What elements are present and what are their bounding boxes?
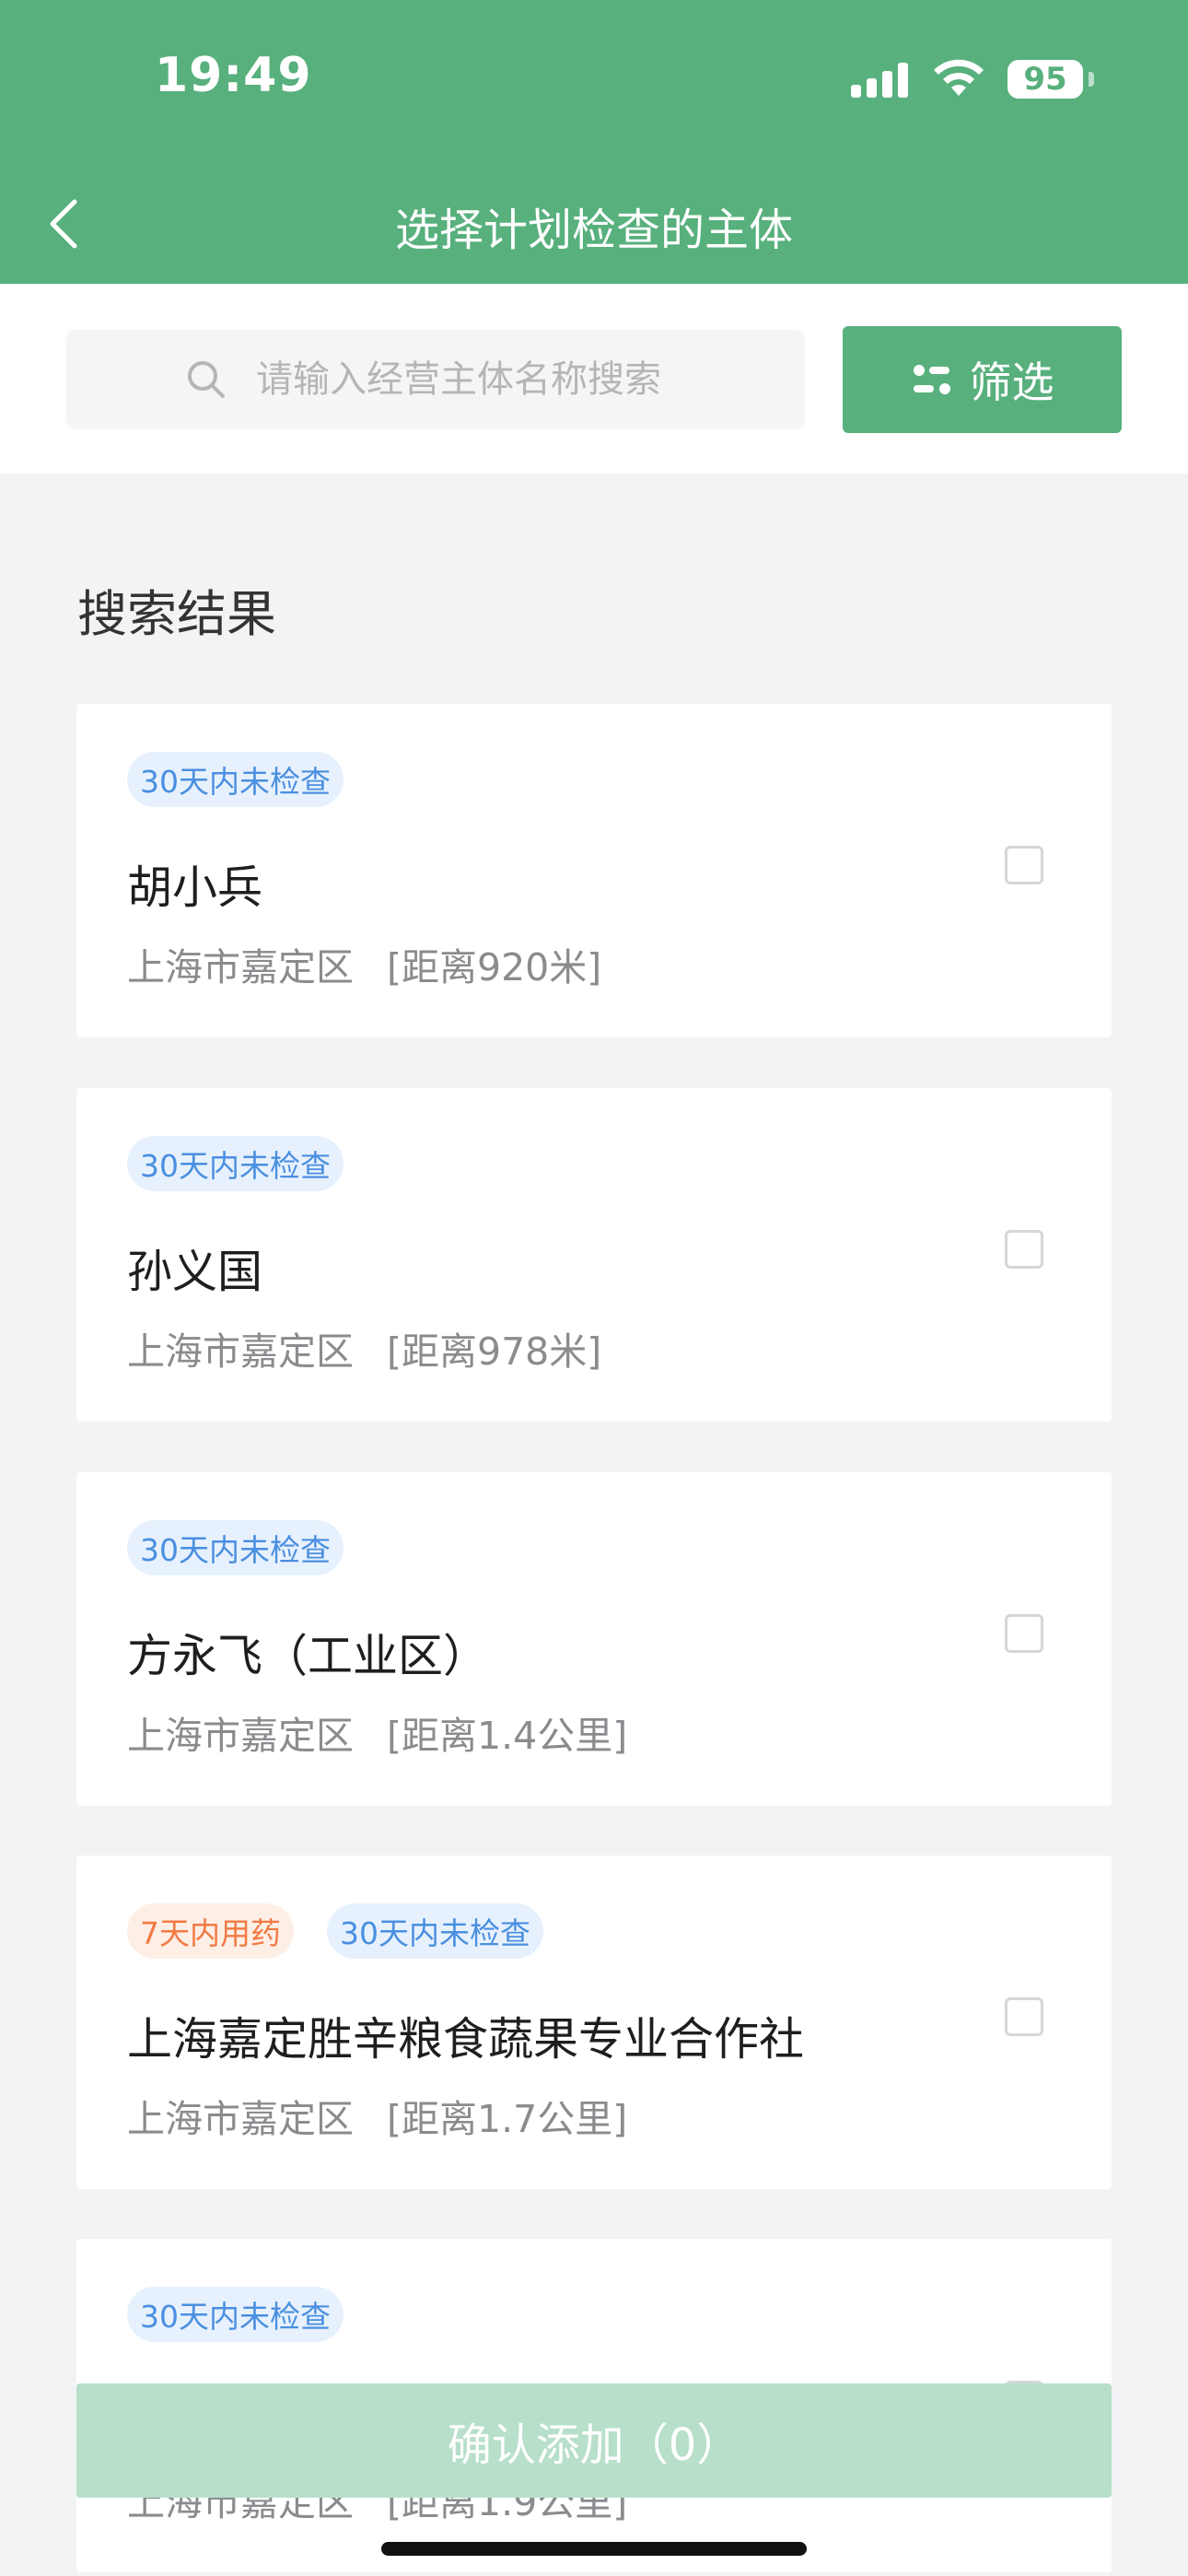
entity-name: 方永飞（工业区） [127, 1630, 489, 1682]
tag-not-inspected: 30天内未检查 [127, 1136, 344, 1191]
entity-address: 上海市嘉定区 [距离978米] [127, 1320, 601, 1376]
distance-text: [距离1.7公里] [387, 2097, 628, 2141]
distance-text: [距离1.4公里] [387, 1714, 628, 1758]
header: 19:49 95 选择计划检查的主体 [0, 0, 1188, 284]
address-text: 上海市嘉定区 [127, 1329, 354, 1374]
entity-name: 孙义国 [127, 1246, 263, 1298]
address-text: 上海市嘉定区 [127, 1714, 354, 1758]
status-icons: 95 [851, 57, 1094, 101]
tag-not-inspected: 30天内未检查 [327, 1903, 543, 1959]
tag-list: 30天内未检查 [127, 1520, 377, 1575]
tag-list: 30天内未检查 [127, 2287, 377, 2342]
distance-text: [距离978米] [387, 1329, 602, 1374]
select-checkbox[interactable] [1005, 846, 1043, 884]
result-card[interactable]: 7天内用药 30天内未检查 上海嘉定胜辛粮食蔬果专业合作社 上海市嘉定区 [距离… [76, 1856, 1112, 2189]
filter-icon [913, 365, 950, 394]
battery-icon: 95 [1007, 59, 1094, 100]
select-checkbox[interactable] [1005, 1614, 1043, 1653]
confirm-add-button[interactable]: 确认添加（0） [76, 2383, 1112, 2498]
entity-name: 上海嘉定胜辛粮食蔬果专业合作社 [127, 2013, 805, 2066]
signal-icon [851, 61, 908, 98]
entity-address: 上海市嘉定区 [距离1.7公里] [127, 2088, 627, 2143]
entity-address: 上海市嘉定区 [距离1.4公里] [127, 1704, 627, 1760]
tag-not-inspected: 30天内未检查 [127, 1520, 344, 1575]
results-title: 搜索结果 [77, 585, 276, 643]
address-text: 上海市嘉定区 [127, 945, 354, 989]
wifi-icon [934, 59, 984, 96]
result-card[interactable]: 30天内未检查 孙义国 上海市嘉定区 [距离978米] [76, 1088, 1112, 1422]
distance-text: [距离920米] [387, 945, 602, 989]
search-bar: 筛选 [0, 284, 1188, 474]
status-time: 19:49 [155, 48, 312, 103]
tag-medication: 7天内用药 [127, 1903, 294, 1959]
search-box[interactable] [66, 330, 805, 429]
search-input[interactable] [254, 357, 774, 402]
tag-not-inspected: 30天内未检查 [127, 752, 344, 807]
tag-not-inspected: 30天内未检查 [127, 2287, 344, 2342]
search-icon [188, 361, 225, 398]
page-title: 选择计划检查的主体 [394, 205, 793, 256]
tag-list: 30天内未检查 [127, 752, 377, 807]
home-indicator [381, 2542, 807, 2556]
result-card[interactable]: 30天内未检查 胡小兵 上海市嘉定区 [距离920米] [76, 704, 1112, 1037]
filter-label: 筛选 [969, 357, 1054, 407]
battery-level: 95 [1007, 60, 1083, 99]
select-checkbox[interactable] [1005, 1230, 1043, 1269]
select-checkbox[interactable] [1005, 1997, 1043, 2036]
entity-name: 胡小兵 [127, 861, 263, 914]
entity-address: 上海市嘉定区 [距离920米] [127, 936, 601, 991]
result-card[interactable]: 30天内未检查 方永飞（工业区） 上海市嘉定区 [距离1.4公里] [76, 1472, 1112, 1806]
tag-list: 7天内用药 30天内未检查 [127, 1903, 577, 1959]
filter-button[interactable]: 筛选 [843, 326, 1122, 433]
address-text: 上海市嘉定区 [127, 2097, 354, 2141]
tag-list: 30天内未检查 [127, 1136, 377, 1191]
